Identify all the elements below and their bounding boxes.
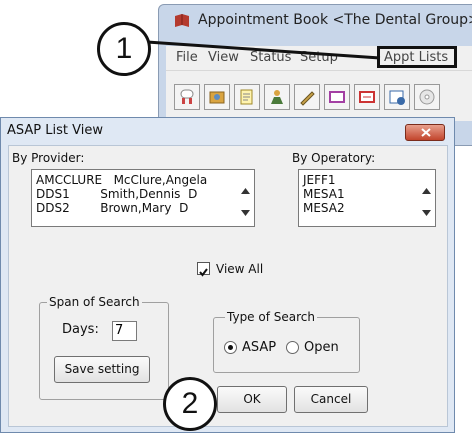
open-radio[interactable] xyxy=(286,341,299,354)
days-label: Days: xyxy=(62,322,99,337)
by-provider-label: By Provider: xyxy=(12,151,85,165)
view-all-label: View All xyxy=(216,262,264,276)
background-app-title-text: Appointment Book <The Dental Group> xyxy=(198,12,472,28)
checkmark-icon xyxy=(199,268,208,277)
scroll-up-arrow-icon[interactable] xyxy=(241,188,250,194)
cancel-button[interactable]: Cancel xyxy=(294,386,368,413)
callout-step-1: 1 xyxy=(97,22,151,76)
list-item[interactable]: MESA2 xyxy=(303,201,345,215)
provider-code: DDS2 xyxy=(36,201,70,215)
menu-file[interactable]: File xyxy=(176,50,198,65)
provider-name: McClure,Angela xyxy=(113,173,208,187)
menu-setup[interactable]: Setup xyxy=(300,50,338,65)
provider-code: DDS1 xyxy=(36,187,70,201)
provider-name: Brown,Mary D xyxy=(100,201,189,215)
list-item[interactable]: DDS1 Smith,Dennis D xyxy=(36,187,197,201)
open-radio-label: Open xyxy=(304,340,339,355)
photo-icon[interactable] xyxy=(204,84,230,110)
cd-icon[interactable] xyxy=(414,84,440,110)
background-toolbar xyxy=(166,70,472,121)
menu-status[interactable]: Status xyxy=(250,50,291,65)
scroll-down-arrow-icon[interactable] xyxy=(241,210,250,216)
type-of-search-group: Type of Search ASAP Open xyxy=(213,310,360,373)
provider-code: AMCCLURE xyxy=(36,173,103,187)
dialog-body: By Provider: AMCCLURE McClure,Angela DDS… xyxy=(8,145,448,427)
operatory-listbox[interactable]: JEFF1 MESA1 MESA2 xyxy=(298,169,436,227)
close-icon xyxy=(421,128,431,137)
provider-listbox[interactable]: AMCCLURE McClure,Angela DDS1 Smith,Denni… xyxy=(31,169,255,227)
days-input[interactable]: 7 xyxy=(112,321,137,341)
asap-radio[interactable] xyxy=(224,341,237,354)
span-of-search-legend: Span of Search xyxy=(47,295,142,309)
list-item[interactable]: AMCCLURE McClure,Angela xyxy=(36,173,207,187)
list-item[interactable]: MESA1 xyxy=(303,187,345,201)
scroll-up-arrow-icon[interactable] xyxy=(422,188,431,194)
close-button[interactable] xyxy=(405,124,445,141)
asap-radio-label: ASAP xyxy=(242,340,277,355)
pen-icon[interactable] xyxy=(294,84,320,110)
notepad-icon[interactable] xyxy=(234,84,260,110)
asap-list-view-dialog: ASAP List View By Provider: AMCCLURE McC… xyxy=(0,117,455,433)
dialog-title: ASAP List View xyxy=(7,123,103,138)
list-item[interactable]: DDS2 Brown,Mary D xyxy=(36,201,188,215)
provider-name: Smith,Dennis D xyxy=(100,187,198,201)
span-of-search-group: Span of Search Days: 7 Save setting xyxy=(39,295,169,400)
view-all-checkbox[interactable] xyxy=(197,262,210,277)
card-icon[interactable] xyxy=(354,84,380,110)
dialog-title-bar: ASAP List View xyxy=(1,118,454,144)
type-of-search-legend: Type of Search xyxy=(225,310,317,324)
tooth-icon[interactable] xyxy=(174,84,200,110)
save-setting-button[interactable]: Save setting xyxy=(54,356,150,383)
window-icon[interactable] xyxy=(324,84,350,110)
person-icon[interactable] xyxy=(264,84,290,110)
scroll-down-arrow-icon[interactable] xyxy=(422,210,431,216)
list-item[interactable]: JEFF1 xyxy=(303,173,336,187)
app-book-icon xyxy=(174,14,190,28)
ok-button[interactable]: OK xyxy=(217,386,287,413)
menu-view[interactable]: View xyxy=(208,50,239,65)
callout-step-2: 2 xyxy=(163,377,217,431)
appt-lists-highlight-box xyxy=(377,46,457,68)
by-operatory-label: By Operatory: xyxy=(292,151,376,165)
calendar-icon[interactable] xyxy=(384,84,410,110)
